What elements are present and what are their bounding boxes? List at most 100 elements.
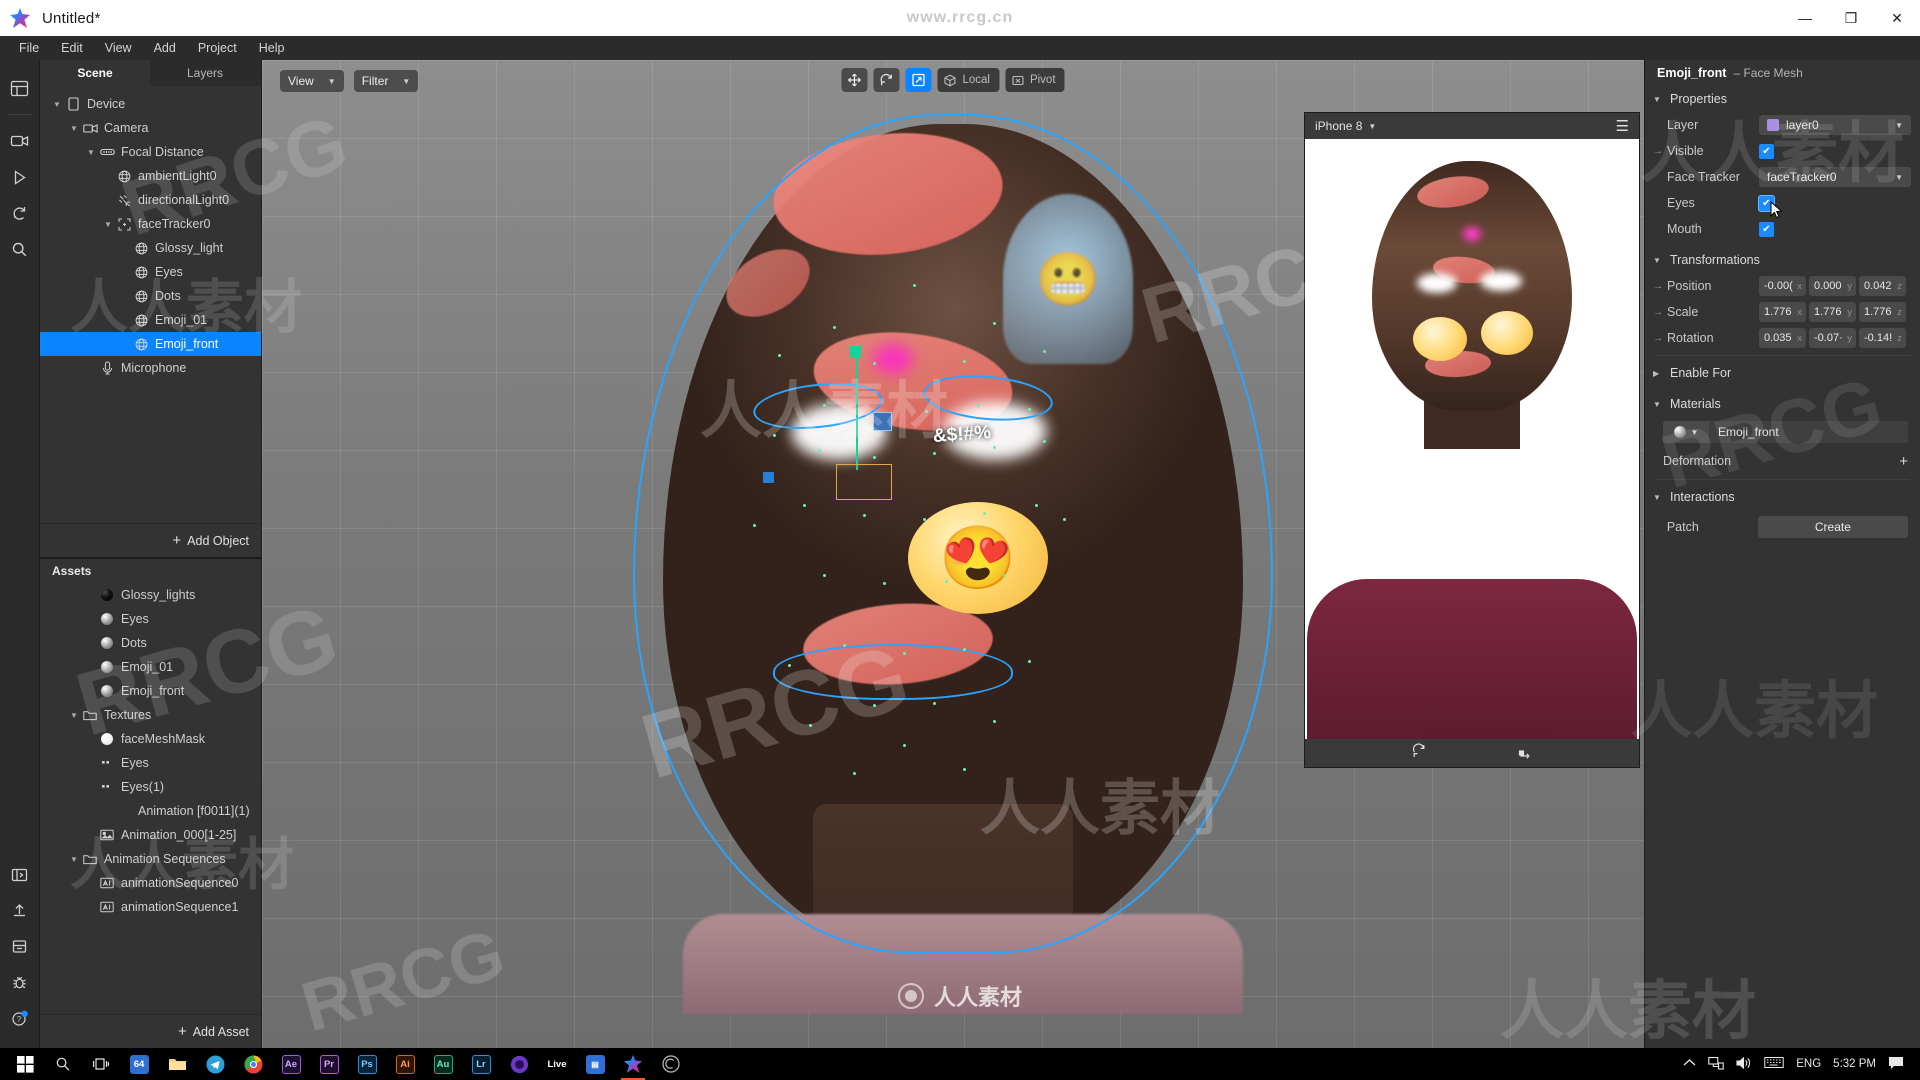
scene-tree-item[interactable]: ▼Emoji_front xyxy=(40,332,261,356)
hamburger-icon[interactable]: ☰ xyxy=(1616,117,1629,135)
asset-item[interactable]: ▼Eyes xyxy=(40,607,261,631)
gizmo-handle-x[interactable] xyxy=(763,472,774,483)
add-asset-button[interactable]: + Add Asset xyxy=(40,1014,261,1048)
export-icon[interactable] xyxy=(4,930,36,962)
lightroom-icon[interactable]: Lr xyxy=(462,1048,500,1080)
position-z-input[interactable]: 0.042 z xyxy=(1859,276,1906,296)
menu-edit[interactable]: Edit xyxy=(50,38,94,58)
play-icon[interactable] xyxy=(4,161,36,193)
scale-x-input[interactable]: 1.776 x xyxy=(1759,302,1806,322)
illustrator-icon[interactable]: Ai xyxy=(386,1048,424,1080)
position-y-input[interactable]: 0.000 y xyxy=(1809,276,1856,296)
chevron-down-icon[interactable]: ▼ xyxy=(101,220,115,229)
taskview-icon[interactable] xyxy=(82,1048,120,1080)
explorer-icon[interactable] xyxy=(158,1048,196,1080)
animate-arrow-icon[interactable]: → xyxy=(1653,307,1667,318)
scene-tree-item[interactable]: ▼directionalLight0 xyxy=(40,188,261,212)
help-icon[interactable]: ? xyxy=(4,1002,36,1034)
local-space-button[interactable]: Local xyxy=(937,68,999,92)
rotation-z-input[interactable]: -0.14! z xyxy=(1859,328,1906,348)
asset-item[interactable]: ▼Glossy_lights xyxy=(40,583,261,607)
chrome-icon[interactable] xyxy=(234,1048,272,1080)
asset-item[interactable]: ▼animationSequence1 xyxy=(40,895,261,919)
volume-icon[interactable] xyxy=(1736,1056,1752,1073)
tab-scene[interactable]: Scene xyxy=(40,60,150,86)
bug-icon[interactable] xyxy=(4,966,36,998)
clock[interactable]: 5:32 PM xyxy=(1833,1058,1876,1070)
asset-item[interactable]: ▼animationSequence0 xyxy=(40,871,261,895)
asset-item[interactable]: ▼Dots xyxy=(40,631,261,655)
add-deformation-button[interactable]: + xyxy=(1899,453,1908,470)
asset-item[interactable]: ▼faceMeshMask xyxy=(40,727,261,751)
scene-tree-item[interactable]: ▼Glossy_light xyxy=(40,236,261,260)
menu-help[interactable]: Help xyxy=(248,38,296,58)
asset-item[interactable]: ▼Eyes xyxy=(40,751,261,775)
asset-item[interactable]: ▼Emoji_front xyxy=(40,679,261,703)
menu-project[interactable]: Project xyxy=(187,38,248,58)
section-enable-for[interactable]: ▶ Enable For xyxy=(1645,360,1920,386)
section-transformations[interactable]: ▼ Transformations xyxy=(1645,247,1920,273)
start-icon[interactable] xyxy=(6,1048,44,1080)
face-tracker-select[interactable]: faceTracker0 ▼ xyxy=(1759,167,1911,187)
asset-item[interactable]: ▼ Textures xyxy=(40,703,261,727)
rotation-x-input[interactable]: 0.035 x xyxy=(1759,328,1806,348)
gizmo-center-handle[interactable] xyxy=(873,412,892,431)
animate-arrow-icon[interactable]: → xyxy=(1653,281,1667,292)
asset-item[interactable]: ▼ Animation Sequences xyxy=(40,847,261,871)
3d-viewport[interactable]: &$!#% View ▼ Filter ▼ xyxy=(262,60,1644,1048)
gizmo-axis-y[interactable] xyxy=(856,352,858,470)
camera-icon[interactable] xyxy=(4,125,36,157)
menu-file[interactable]: File xyxy=(8,38,50,58)
scene-tree-item[interactable]: ▼Eyes xyxy=(40,260,261,284)
scene-tree-item[interactable]: ▼Dots xyxy=(40,284,261,308)
spark-ar-player-icon[interactable] xyxy=(652,1048,690,1080)
minimize-button[interactable]: — xyxy=(1782,0,1828,36)
asset-item[interactable]: ▼Emoji_01 xyxy=(40,655,261,679)
chevron-up-icon[interactable] xyxy=(1683,1058,1696,1070)
position-x-input[interactable]: -0.00( x xyxy=(1759,276,1806,296)
animate-arrow-icon[interactable]: → xyxy=(1653,146,1667,157)
scale-z-input[interactable]: 1.776 z xyxy=(1859,302,1906,322)
notification-icon[interactable] xyxy=(1888,1056,1904,1073)
search-icon[interactable] xyxy=(4,233,36,265)
ableton-live-icon[interactable]: Live xyxy=(538,1048,576,1080)
material-thumbnail-select[interactable]: ▼ xyxy=(1663,421,1709,443)
mouth-checkbox[interactable]: ✔ xyxy=(1759,221,1774,237)
section-properties[interactable]: ▼ Properties xyxy=(1645,86,1920,112)
create-patch-button[interactable]: Create xyxy=(1757,516,1909,538)
menu-view[interactable]: View xyxy=(94,38,143,58)
search-icon[interactable] xyxy=(44,1048,82,1080)
telegram-icon[interactable] xyxy=(196,1048,234,1080)
panel-icon[interactable] xyxy=(4,858,36,890)
rotation-y-input[interactable]: -0.07· y xyxy=(1809,328,1856,348)
chevron-down-icon[interactable]: ▼ xyxy=(67,711,81,720)
premiere-icon[interactable]: Pr xyxy=(310,1048,348,1080)
eyes-checkbox[interactable]: ✔ xyxy=(1759,195,1783,218)
keyboard-icon[interactable] xyxy=(1764,1056,1784,1072)
photoshop-icon[interactable]: Ps xyxy=(348,1048,386,1080)
asset-item[interactable]: ▼Eyes(1) xyxy=(40,775,261,799)
rotate-tool-button[interactable] xyxy=(873,68,900,92)
chevron-down-icon[interactable]: ▼ xyxy=(50,100,64,109)
close-button[interactable]: ✕ xyxy=(1874,0,1920,36)
after-effects-icon[interactable]: Ae xyxy=(272,1048,310,1080)
section-materials[interactable]: ▼ Materials xyxy=(1645,391,1920,417)
scale-y-input[interactable]: 1.776 y xyxy=(1809,302,1856,322)
audition-icon[interactable]: Au xyxy=(424,1048,462,1080)
visible-checkbox[interactable]: ✔ xyxy=(1759,143,1774,159)
spark-ar-icon[interactable] xyxy=(614,1048,652,1080)
filter-dropdown[interactable]: Filter ▼ xyxy=(353,70,419,92)
scene-tree-item[interactable]: ▼ Focal Distance xyxy=(40,140,261,164)
network-icon[interactable] xyxy=(1708,1056,1724,1073)
scene-tree-item[interactable]: ▼ faceTracker0 xyxy=(40,212,261,236)
refresh-icon[interactable] xyxy=(4,197,36,229)
section-interactions[interactable]: ▼ Interactions xyxy=(1645,484,1920,510)
upload-icon[interactable] xyxy=(4,894,36,926)
chevron-down-icon[interactable]: ▼ xyxy=(1368,122,1376,131)
scene-tree-item[interactable]: ▼Emoji_01 xyxy=(40,308,261,332)
gizmo-handle-y[interactable] xyxy=(850,346,861,357)
asset-item[interactable]: ▼Animation_000[1-25] xyxy=(40,823,261,847)
device-dropdown-label[interactable]: iPhone 8 xyxy=(1315,119,1362,133)
app-blue-icon[interactable]: ▤ xyxy=(576,1048,614,1080)
maximize-button[interactable]: ❐ xyxy=(1828,0,1874,36)
